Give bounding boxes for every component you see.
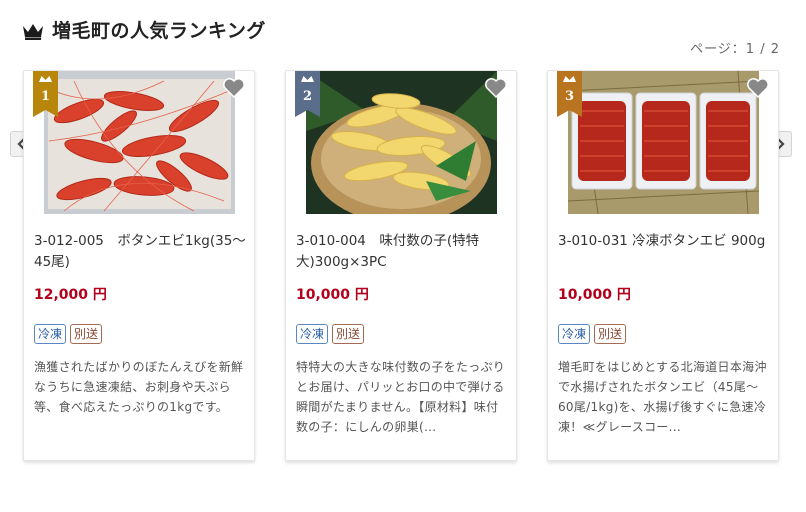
tag-frozen: 冷凍 — [34, 324, 67, 344]
tag-frozen: 冷凍 — [558, 324, 591, 344]
crown-icon — [23, 24, 43, 40]
rank-badge: 2 — [295, 71, 320, 117]
product-price: 10,000 円 — [558, 287, 631, 303]
tag-frozen: 冷凍 — [296, 324, 329, 344]
product-name[interactable]: 3-010-031 冷凍ボタンエビ 900g — [558, 231, 770, 252]
product-name[interactable]: 3-010-004 味付数の子(特特大)300g×3PC — [296, 231, 508, 273]
tag-separate-shipping: 別送 — [70, 324, 103, 344]
product-image-shrimp[interactable] — [44, 71, 235, 214]
product-card[interactable]: 1 3-012-005 ボタンエビ1kg(35〜45尾) 12,000 円 冷凍… — [23, 70, 255, 461]
product-price: 12,000 円 — [34, 287, 107, 303]
heart-icon[interactable] — [746, 77, 770, 99]
rank-badge: 1 — [33, 71, 58, 117]
ranking-header: 増毛町の人気ランキング — [22, 14, 266, 44]
heart-icon[interactable] — [484, 77, 508, 99]
rank-badge: 3 — [557, 71, 582, 117]
rank-number: 3 — [564, 89, 575, 104]
page-title: 増毛町の人気ランキング — [52, 19, 266, 42]
product-name[interactable]: 3-012-005 ボタンエビ1kg(35〜45尾) — [34, 231, 246, 273]
product-description: 特特大の大きな味付数の子をたっぷりとお届け、パリッとお口の中で弾ける瞬間がたまり… — [296, 360, 506, 434]
pager-indicator: ページ：1 / 2 — [690, 42, 780, 57]
tag-separate-shipping: 別送 — [332, 324, 365, 344]
product-image-frozen-shrimp[interactable] — [568, 71, 759, 214]
product-description: 増毛町をはじめとする北海道日本海沖で水揚げされたボタンエビ（45尾〜60尾/1k… — [558, 360, 767, 434]
heart-icon[interactable] — [222, 77, 246, 99]
product-image-kazunoko[interactable] — [306, 71, 497, 214]
product-price: 10,000 円 — [296, 287, 369, 303]
rank-number: 1 — [40, 89, 51, 104]
product-description: 漁獲されたばかりのぼたんえびを新鮮なうちに急速凍結、お刺身や天ぷら等、食べ応えた… — [34, 360, 244, 414]
product-card[interactable]: 3 3-010-031 冷凍ボタンエビ 900g 10,000 円 冷凍 別送 … — [547, 70, 779, 461]
rank-number: 2 — [302, 89, 313, 104]
product-card[interactable]: 2 3-010-004 味付数の子(特特大)300g×3PC 10,000 円 … — [285, 70, 517, 461]
tag-separate-shipping: 別送 — [594, 324, 627, 344]
